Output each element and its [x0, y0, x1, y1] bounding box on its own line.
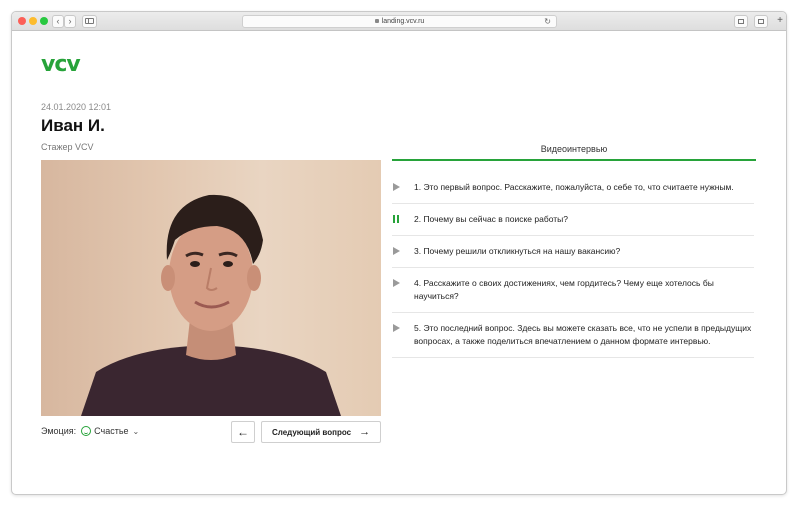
zoom-window-button[interactable] [40, 17, 48, 25]
tab-active-indicator [392, 159, 756, 161]
lock-icon [374, 19, 379, 23]
share-icon [738, 19, 744, 24]
question-text: 4. Расскажите о своих достижениях, чем г… [414, 278, 714, 301]
question-text: 3. Почему решили откликнуться на нашу ва… [414, 246, 621, 256]
url-text: landing.vcv.ru [381, 18, 425, 25]
question-text: 1. Это первый вопрос. Расскажите, пожалу… [414, 182, 734, 192]
pause-icon[interactable] [393, 215, 401, 224]
new-tab-button[interactable]: + [774, 15, 786, 28]
next-question-button[interactable]: Следующий вопрос → [261, 421, 381, 443]
close-window-button[interactable] [18, 17, 26, 25]
question-list: 1. Это первый вопрос. Расскажите, пожалу… [392, 172, 754, 358]
emotion-label: Эмоция: [41, 426, 77, 436]
question-item[interactable]: 3. Почему решили откликнуться на нашу ва… [392, 236, 754, 268]
play-icon[interactable] [393, 324, 401, 333]
browser-toolbar: ‹ › landing.vcv.ru ↻ + [12, 12, 786, 31]
question-text: 5. Это последний вопрос. Здесь вы можете… [414, 323, 752, 346]
browser-window: ‹ › landing.vcv.ru ↻ + vcv 24.01.2020 12… [11, 11, 787, 495]
previous-question-button[interactable]: ← [231, 421, 255, 443]
tabs-icon [758, 19, 764, 24]
question-item[interactable]: 4. Расскажите о своих достижениях, чем г… [392, 268, 754, 313]
emotion-indicator[interactable]: Эмоция: Счастье ⌄ [41, 426, 139, 436]
page-content: vcv 24.01.2020 12:01 Иван И. Стажер VCV [12, 32, 786, 494]
reload-icon[interactable]: ↻ [544, 16, 551, 27]
share-button[interactable] [734, 15, 748, 28]
forward-button[interactable]: › [64, 15, 76, 28]
play-icon[interactable] [393, 247, 401, 256]
candidate-name: Иван И. [41, 116, 105, 135]
question-item[interactable]: 5. Это последний вопрос. Здесь вы можете… [392, 313, 754, 358]
arrow-left-icon: ← [237, 425, 249, 439]
minimize-window-button[interactable] [29, 17, 37, 25]
play-icon[interactable] [393, 279, 401, 288]
tab-video-interview[interactable]: Видеоинтервью [392, 144, 756, 154]
back-button[interactable]: ‹ [52, 15, 64, 28]
vcv-logo[interactable]: vcv [41, 52, 81, 77]
show-tabs-button[interactable] [754, 15, 768, 28]
chevron-down-icon: ⌄ [132, 426, 140, 436]
question-item[interactable]: 1. Это первый вопрос. Расскажите, пожалу… [392, 172, 754, 204]
next-question-label: Следующий вопрос [271, 427, 352, 437]
emotion-value: Счастье [94, 426, 129, 436]
question-text: 2. Почему вы сейчас в поиске работы? [414, 214, 568, 224]
arrow-right-icon: → [359, 426, 371, 438]
sidebar-icon [85, 18, 94, 24]
sidebar-toggle-button[interactable] [82, 15, 97, 28]
question-item[interactable]: 2. Почему вы сейчас в поиске работы? [392, 204, 754, 236]
candidate-role: Стажер VCV [41, 142, 94, 152]
address-bar[interactable]: landing.vcv.ru ↻ [242, 15, 557, 28]
candidate-video-frame [81, 194, 341, 416]
interview-datetime: 24.01.2020 12:01 [41, 102, 112, 112]
smile-icon [81, 426, 92, 436]
play-icon[interactable] [393, 183, 401, 192]
video-player[interactable] [41, 160, 381, 416]
